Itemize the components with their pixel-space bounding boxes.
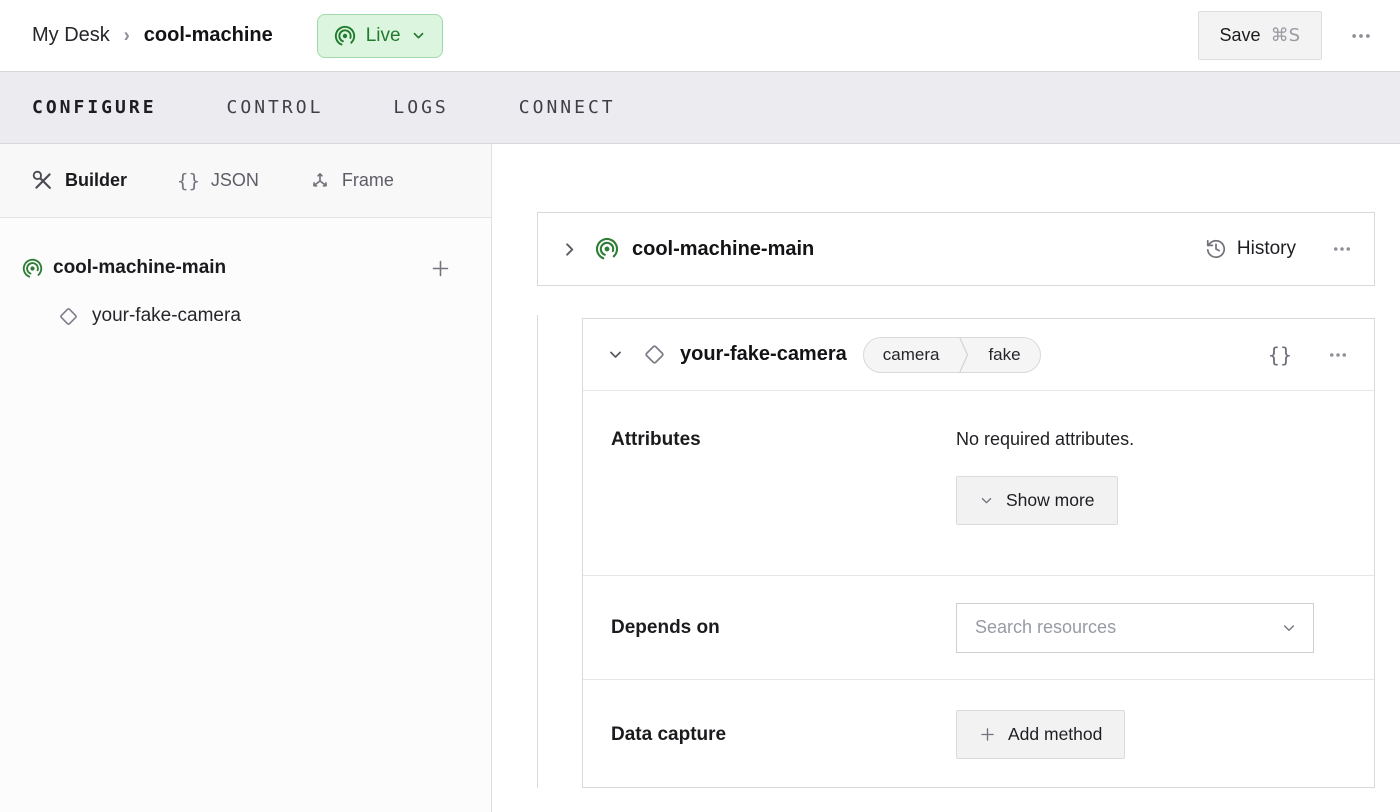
history-button[interactable]: History <box>1205 238 1296 260</box>
show-more-button[interactable]: Show more <box>956 476 1118 525</box>
topbar-overflow-menu-button[interactable] <box>1350 25 1372 47</box>
history-icon <box>1205 238 1227 260</box>
mode-tab-builder[interactable]: Builder <box>32 170 127 192</box>
ellipsis-icon <box>1350 25 1372 47</box>
configure-workspace: Builder {} JSON Frame <box>0 144 1400 812</box>
machine-card-title: cool-machine-main <box>632 238 814 261</box>
search-resources-input[interactable] <box>975 617 1281 638</box>
machine-nav-tabbar: CONFIGURE CONTROL LOGS CONNECT <box>0 72 1400 144</box>
mode-tab-frame[interactable]: Frame <box>309 170 394 192</box>
attributes-empty-text: No required attributes. <box>956 429 1346 450</box>
braces-icon: {} <box>177 170 200 192</box>
tree-item-component[interactable]: your-fake-camera <box>22 292 451 340</box>
component-type-label: camera <box>864 338 959 372</box>
chevron-down-icon <box>411 28 426 43</box>
data-capture-label: Data capture <box>611 724 956 746</box>
broadcast-icon <box>22 258 43 279</box>
mode-tab-frame-label: Frame <box>342 170 394 191</box>
machine-card-expand-button[interactable] <box>560 240 579 259</box>
history-button-label: History <box>1237 238 1296 260</box>
plus-icon <box>430 258 451 279</box>
add-method-button[interactable]: Add method <box>956 710 1125 759</box>
sidebar-mode-tabs: Builder {} JSON Frame <box>0 144 491 218</box>
tools-icon <box>32 170 54 192</box>
attributes-section: Attributes No required attributes. Show … <box>583 391 1374 575</box>
config-main-panel: cool-machine-main History <box>492 144 1400 812</box>
tree-machine-label: cool-machine-main <box>53 257 226 279</box>
chevron-down-icon <box>1281 620 1297 636</box>
breadcrumb-current-machine: cool-machine <box>144 24 273 47</box>
plus-icon <box>979 726 996 743</box>
attributes-content: No required attributes. Show more <box>956 429 1346 575</box>
tab-configure[interactable]: CONFIGURE <box>32 97 157 118</box>
tab-connect[interactable]: CONNECT <box>519 97 616 118</box>
breadcrumb-separator-icon: › <box>124 24 130 47</box>
chevron-down-icon <box>979 493 994 508</box>
depends-on-select[interactable] <box>956 603 1314 653</box>
tree-component-label: your-fake-camera <box>92 305 241 327</box>
ellipsis-icon <box>1332 239 1352 259</box>
diamond-icon <box>58 306 79 327</box>
save-button[interactable]: Save ⌘S <box>1198 11 1322 60</box>
component-card-collapse-button[interactable] <box>607 346 624 363</box>
machine-card-menu-button[interactable] <box>1332 239 1352 259</box>
broadcast-icon <box>334 25 356 47</box>
depends-on-content <box>956 603 1346 653</box>
ellipsis-icon <box>1328 345 1348 365</box>
axes-icon <box>309 170 331 192</box>
add-resource-button[interactable] <box>430 258 451 279</box>
tab-logs[interactable]: LOGS <box>393 97 448 118</box>
topbar-actions: Save ⌘S <box>1198 11 1372 60</box>
resource-tree: cool-machine-main your-fake-camera <box>0 218 491 340</box>
mode-tab-json[interactable]: {} JSON <box>177 170 259 192</box>
mode-tab-builder-label: Builder <box>65 170 127 191</box>
save-button-label: Save <box>1220 25 1261 46</box>
depends-on-section: Depends on <box>583 575 1374 679</box>
show-more-label: Show more <box>1006 490 1095 511</box>
braces-icon: {} <box>1268 343 1292 367</box>
breadcrumb-root[interactable]: My Desk <box>32 24 110 47</box>
broadcast-icon <box>595 237 619 261</box>
machine-part-card: cool-machine-main History <box>537 212 1375 286</box>
top-bar: My Desk › cool-machine Live Save ⌘S <box>0 0 1400 72</box>
badge-divider-icon <box>958 338 969 372</box>
component-type-badge: camera fake <box>863 337 1041 373</box>
tree-connector-line <box>537 315 538 788</box>
live-status-dropdown[interactable]: Live <box>317 14 443 58</box>
component-card-menu-button[interactable] <box>1328 345 1348 365</box>
config-sidebar: Builder {} JSON Frame <box>0 144 492 812</box>
component-model-label: fake <box>969 338 1039 372</box>
breadcrumb: My Desk › cool-machine <box>32 24 273 47</box>
component-json-button[interactable]: {} <box>1268 343 1292 367</box>
data-capture-section: Data capture Add method <box>583 679 1374 789</box>
component-card: your-fake-camera camera fake {} Attribut <box>582 318 1375 788</box>
diamond-icon <box>643 343 666 366</box>
tree-item-machine-part[interactable]: cool-machine-main <box>22 244 451 292</box>
data-capture-content: Add method <box>956 710 1346 759</box>
save-shortcut-hint: ⌘S <box>1271 25 1300 46</box>
add-method-label: Add method <box>1008 724 1102 745</box>
component-card-title: your-fake-camera <box>680 343 847 366</box>
component-card-header: your-fake-camera camera fake {} <box>583 319 1374 391</box>
attributes-label: Attributes <box>611 429 956 575</box>
chevron-down-icon <box>607 346 624 363</box>
mode-tab-json-label: JSON <box>211 170 259 191</box>
live-status-label: Live <box>366 25 401 47</box>
tab-control[interactable]: CONTROL <box>227 97 324 118</box>
chevron-right-icon <box>560 240 579 259</box>
depends-on-label: Depends on <box>611 617 956 639</box>
